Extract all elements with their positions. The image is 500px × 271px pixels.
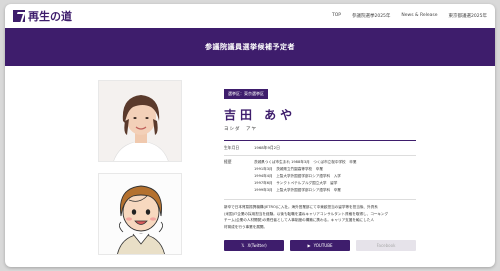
sns-links: 𝕏 X(Twitter) ▶ YOUTUBE Facebook (224, 240, 416, 251)
x-twitter-button[interactable]: 𝕏 X(Twitter) (224, 240, 284, 251)
page-hero: 参議院議員選挙候補予定者 (5, 28, 495, 66)
dob-value: 1968年9月2日 (254, 145, 280, 150)
career-label: 経歴 (224, 159, 232, 164)
career-item: 茨城県つくば市生まれ 1988年3月 つくば市立桜中学校 卒業 (254, 160, 357, 164)
career-item: 1997年6月 サンクトペテルブルグ国立大学 留学 (254, 181, 338, 185)
x-icon: 𝕏 (241, 243, 245, 248)
nav-tokyo-election-2025[interactable]: 東京都議選2025年 (449, 13, 487, 19)
dob-row: 生年月日 1968年9月2日 (224, 141, 416, 156)
nav-upper-house-2025[interactable]: 参議院選挙2025年 (352, 13, 390, 19)
logo-text: 再生の道 (28, 10, 72, 23)
facebook-label: Facebook (376, 243, 396, 248)
main-nav: TOP 参議院選挙2025年 News & Release 東京都議選2025年 (332, 13, 487, 19)
career-list: 茨城県つくば市生まれ 1988年3月 つくば市立桜中学校 卒業 1991年3月 … (254, 159, 356, 194)
candidate-illustration (98, 173, 182, 255)
career-item: 1994年4月 上智大学外国語学部ロシア語学科 入学 (254, 174, 341, 178)
nav-top[interactable]: TOP (332, 13, 341, 19)
candidate-name: 吉田 あや (224, 108, 297, 122)
dob-label: 生年月日 (224, 145, 240, 150)
logo-mark-icon (13, 10, 25, 22)
candidate-profile: 選挙区：東京選挙区 吉田 あや ヨシダ アヤ 生年月日 1968年9月2日 経歴… (5, 66, 495, 267)
x-label: X(Twitter) (247, 243, 267, 248)
career-item: 1991年3月 茨城県立竹園高等学校 卒業 (254, 167, 323, 171)
career-item: 1999年3月 上智大学外国語学部ロシア語学科 卒業 (254, 188, 341, 192)
candidate-name-kana: ヨシダ アヤ (224, 127, 257, 132)
nav-news-release[interactable]: News & Release (401, 13, 437, 19)
district-badge: 選挙区：東京選挙区 (224, 89, 268, 99)
browser-frame: 再生の道 TOP 参議院選挙2025年 News & Release 東京都議選… (5, 4, 495, 267)
facebook-button[interactable]: Facebook (356, 240, 416, 251)
youtube-button[interactable]: ▶ YOUTUBE (290, 240, 350, 251)
cartoon-image (99, 174, 181, 254)
portrait-image (99, 81, 181, 161)
youtube-label: YOUTUBE (313, 243, 333, 248)
bio-line: 材育成を行う事業を展開。 (224, 224, 268, 229)
site-logo[interactable]: 再生の道 (13, 8, 72, 24)
career-row: 経歴 茨城県つくば市生まれ 1988年3月 つくば市立桜中学校 卒業 1991年… (224, 156, 416, 194)
candidate-info: 選挙区：東京選挙区 吉田 あや ヨシダ アヤ 生年月日 1968年9月2日 経歴… (224, 80, 416, 230)
candidate-bio: 新卒で日本貿易振興機構(JETRO)に入社。海外営業部にて中東欧担当の留学等を担… (224, 199, 416, 230)
page-title: 参議院議員選挙候補予定者 (205, 43, 295, 51)
youtube-icon: ▶ (307, 243, 311, 248)
site-header: 再生の道 TOP 参議院選挙2025年 News & Release 東京都議選… (5, 4, 495, 28)
candidate-photo (98, 80, 182, 162)
